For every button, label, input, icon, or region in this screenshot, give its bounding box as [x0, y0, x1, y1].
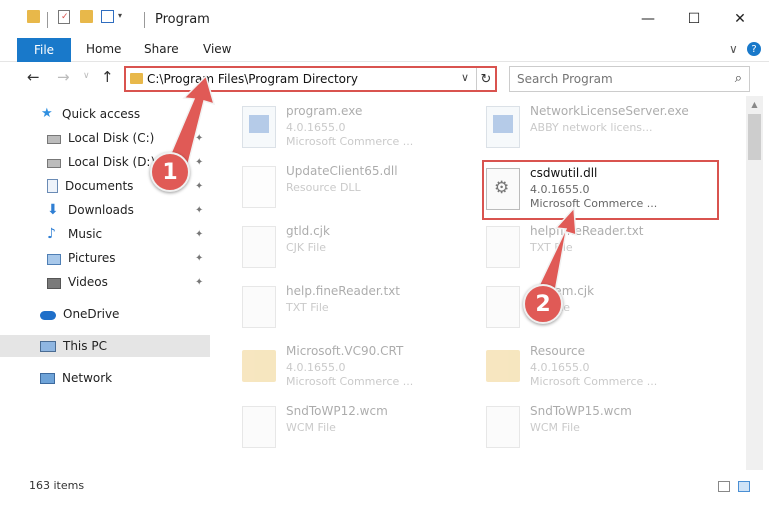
step-2-badge: 2	[523, 284, 563, 324]
annotation-arrows	[165, 74, 577, 305]
step-1-badge: 1	[150, 152, 190, 192]
